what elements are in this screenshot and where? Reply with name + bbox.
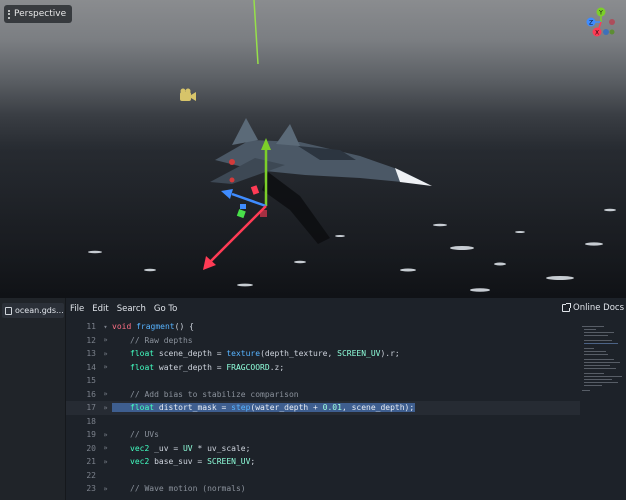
code-line[interactable]: 19 » // UVs <box>66 428 580 442</box>
line-number: 23 <box>86 484 96 494</box>
y-axis-guide-line <box>253 0 259 65</box>
code-text: float scene_depth = texture(depth_textur… <box>130 349 400 359</box>
code-line[interactable]: 22 <box>66 469 580 483</box>
code-line[interactable]: 21 » vec2 base_suv = SCREEN_UV; <box>66 455 580 469</box>
file-icon <box>5 306 12 315</box>
fold-arrow-icon[interactable]: ▾ <box>99 323 112 331</box>
scene-render: Y Z X <box>0 0 626 298</box>
tab-indent-icon: » <box>103 336 108 345</box>
line-number: 13 <box>86 349 96 359</box>
external-link-icon <box>562 303 572 312</box>
view-orientation-gizmo[interactable]: Y Z X <box>586 7 616 37</box>
tab-indent-icon: » <box>103 457 108 466</box>
line-number: 11 <box>86 322 96 332</box>
code-text: // Add bias to stabilize comparison <box>130 389 299 399</box>
code-line[interactable]: 20 » vec2 _uv = UV * uv_scale; <box>66 442 580 456</box>
code-line[interactable]: 11 ▾ void fragment() { <box>66 320 580 334</box>
line-number: 19 <box>86 430 96 440</box>
code-text: vec2 _uv = UV * uv_scale; <box>130 443 251 453</box>
code-line[interactable]: 16 » // Add bias to stabilize comparison <box>66 388 580 402</box>
menu-goto[interactable]: Go To <box>150 304 181 314</box>
code-line[interactable]: 13 » float scene_depth = texture(depth_t… <box>66 347 580 361</box>
tab-indent-icon: » <box>103 349 108 358</box>
code-line[interactable]: 12 » // Raw depths <box>66 334 580 348</box>
3d-viewport[interactable]: Y Z X Perspective <box>0 0 626 298</box>
code-line[interactable]: 15 <box>66 374 580 388</box>
gizmo-label-z: Z <box>589 20 593 27</box>
perspective-label: Perspective <box>14 9 67 19</box>
line-number: 20 <box>86 443 96 453</box>
code-area[interactable]: 11 ▾ void fragment() { 12 » // Raw depth… <box>66 320 580 500</box>
line-number: 21 <box>86 457 96 467</box>
menu-file[interactable]: File <box>66 304 88 314</box>
menu-search[interactable]: Search <box>113 304 150 314</box>
code-text: // Raw depths <box>130 335 193 345</box>
line-number: 14 <box>86 362 96 372</box>
tab-indent-icon: » <box>103 403 108 412</box>
tab-indent-icon: » <box>103 363 108 372</box>
code-text: void fragment() { <box>112 322 194 332</box>
perspective-menu-button[interactable]: Perspective <box>4 5 73 23</box>
selected-code-text: float distort_mask = step(water_depth + … <box>112 403 416 413</box>
code-minimap[interactable] <box>580 320 626 500</box>
tab-indent-icon: » <box>103 390 108 399</box>
code-line[interactable]: 14 » float water_depth = FRAGCOORD.z; <box>66 361 580 375</box>
line-number: 12 <box>86 335 96 345</box>
menu-edit[interactable]: Edit <box>88 304 112 314</box>
gizmo-label-y: Y <box>598 10 603 17</box>
online-docs-label: Online Docs <box>573 303 624 313</box>
line-number: 15 <box>86 376 96 386</box>
code-text: float water_depth = FRAGCOORD.z; <box>130 362 285 372</box>
tab-indent-icon: » <box>103 484 108 493</box>
kebab-menu-icon <box>8 9 10 19</box>
code-text: vec2 base_suv = SCREEN_UV; <box>130 457 256 467</box>
line-number: 16 <box>86 389 96 399</box>
code-text: // Wave motion (normals) <box>130 484 246 494</box>
code-line[interactable]: 23 » // Wave motion (normals) <box>66 482 580 496</box>
online-docs-button[interactable]: Online Docs <box>562 303 624 313</box>
script-filename: ocean.gds... <box>15 306 64 315</box>
editor-menu-bar: File Edit Search Go To Online Docs <box>66 298 626 320</box>
tab-indent-icon: » <box>103 444 108 453</box>
script-list-item[interactable]: ocean.gds... <box>2 303 64 318</box>
line-number: 18 <box>86 416 96 426</box>
code-line-current[interactable]: 17 » float distort_mask = step(water_dep… <box>66 401 580 415</box>
tab-indent-icon: » <box>103 430 108 439</box>
code-line[interactable]: 18 <box>66 415 580 429</box>
code-text: // UVs <box>130 430 159 440</box>
script-list-panel: ocean.gds... <box>0 298 66 500</box>
line-number: 17 <box>86 403 96 413</box>
gizmo-label-x: X <box>595 30 599 37</box>
camera-node-icon <box>180 88 196 101</box>
line-number: 22 <box>86 470 96 480</box>
ocean-surface <box>0 110 626 298</box>
shader-editor: ocean.gds... File Edit Search Go To Onli… <box>0 298 626 500</box>
